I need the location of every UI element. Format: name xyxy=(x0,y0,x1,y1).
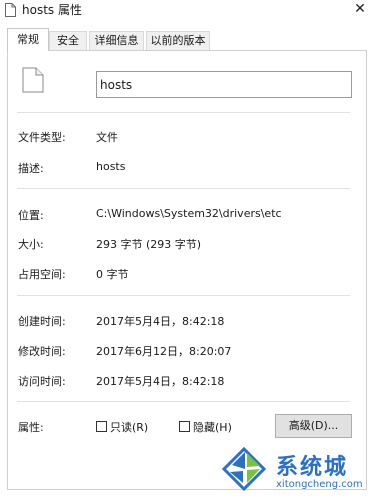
readonly-label[interactable]: 只读(R) xyxy=(110,419,148,435)
tab-previous-versions[interactable]: 以前的版本 xyxy=(146,31,210,50)
tab-general[interactable]: 常规 xyxy=(7,28,49,51)
separator xyxy=(17,188,350,189)
watermark-brand: 系统城 xyxy=(276,455,349,480)
location-label: 位置: xyxy=(18,209,44,222)
separator xyxy=(17,401,350,402)
tab-security[interactable]: 安全 xyxy=(49,31,87,50)
hidden-label[interactable]: 隐藏(H) xyxy=(193,419,232,435)
modified-label: 修改时间: xyxy=(18,345,66,358)
tab-details[interactable]: 详细信息 xyxy=(89,31,144,50)
accessed-value: 2017年5月4日，8:42:18 xyxy=(96,375,225,388)
separator xyxy=(17,295,350,296)
close-button[interactable]: ✕ xyxy=(348,0,372,18)
window-title: hosts 属性 xyxy=(22,3,82,17)
document-icon xyxy=(22,67,44,93)
created-label: 创建时间: xyxy=(18,315,66,328)
size-label: 大小: xyxy=(18,238,44,251)
location-value: C:\Windows\System32\drivers\etc xyxy=(96,207,282,220)
attributes-label: 属性: xyxy=(18,421,44,434)
size-value: 293 字节 (293 字节) xyxy=(96,238,202,251)
size-on-disk-value: 0 字节 xyxy=(96,268,129,281)
readonly-checkbox[interactable] xyxy=(96,421,107,432)
size-on-disk-label: 占用空间: xyxy=(18,268,66,281)
separator xyxy=(17,112,350,113)
description-value: hosts xyxy=(96,160,126,173)
accessed-label: 访问时间: xyxy=(18,375,66,388)
watermark-url: xitongcheng.com xyxy=(276,479,363,490)
watermark-logo-icon xyxy=(221,447,267,491)
file-type-value: 文件 xyxy=(96,131,118,144)
description-label: 描述: xyxy=(18,162,44,175)
created-value: 2017年5月4日，8:42:18 xyxy=(96,315,225,328)
hidden-checkbox[interactable] xyxy=(179,421,190,432)
file-icon xyxy=(5,3,16,17)
advanced-button[interactable]: 高级(D)... xyxy=(275,414,352,438)
file-name-field[interactable] xyxy=(96,71,352,98)
modified-value: 2017年6月12日，8:20:07 xyxy=(96,345,232,358)
file-type-label: 文件类型: xyxy=(18,131,66,144)
